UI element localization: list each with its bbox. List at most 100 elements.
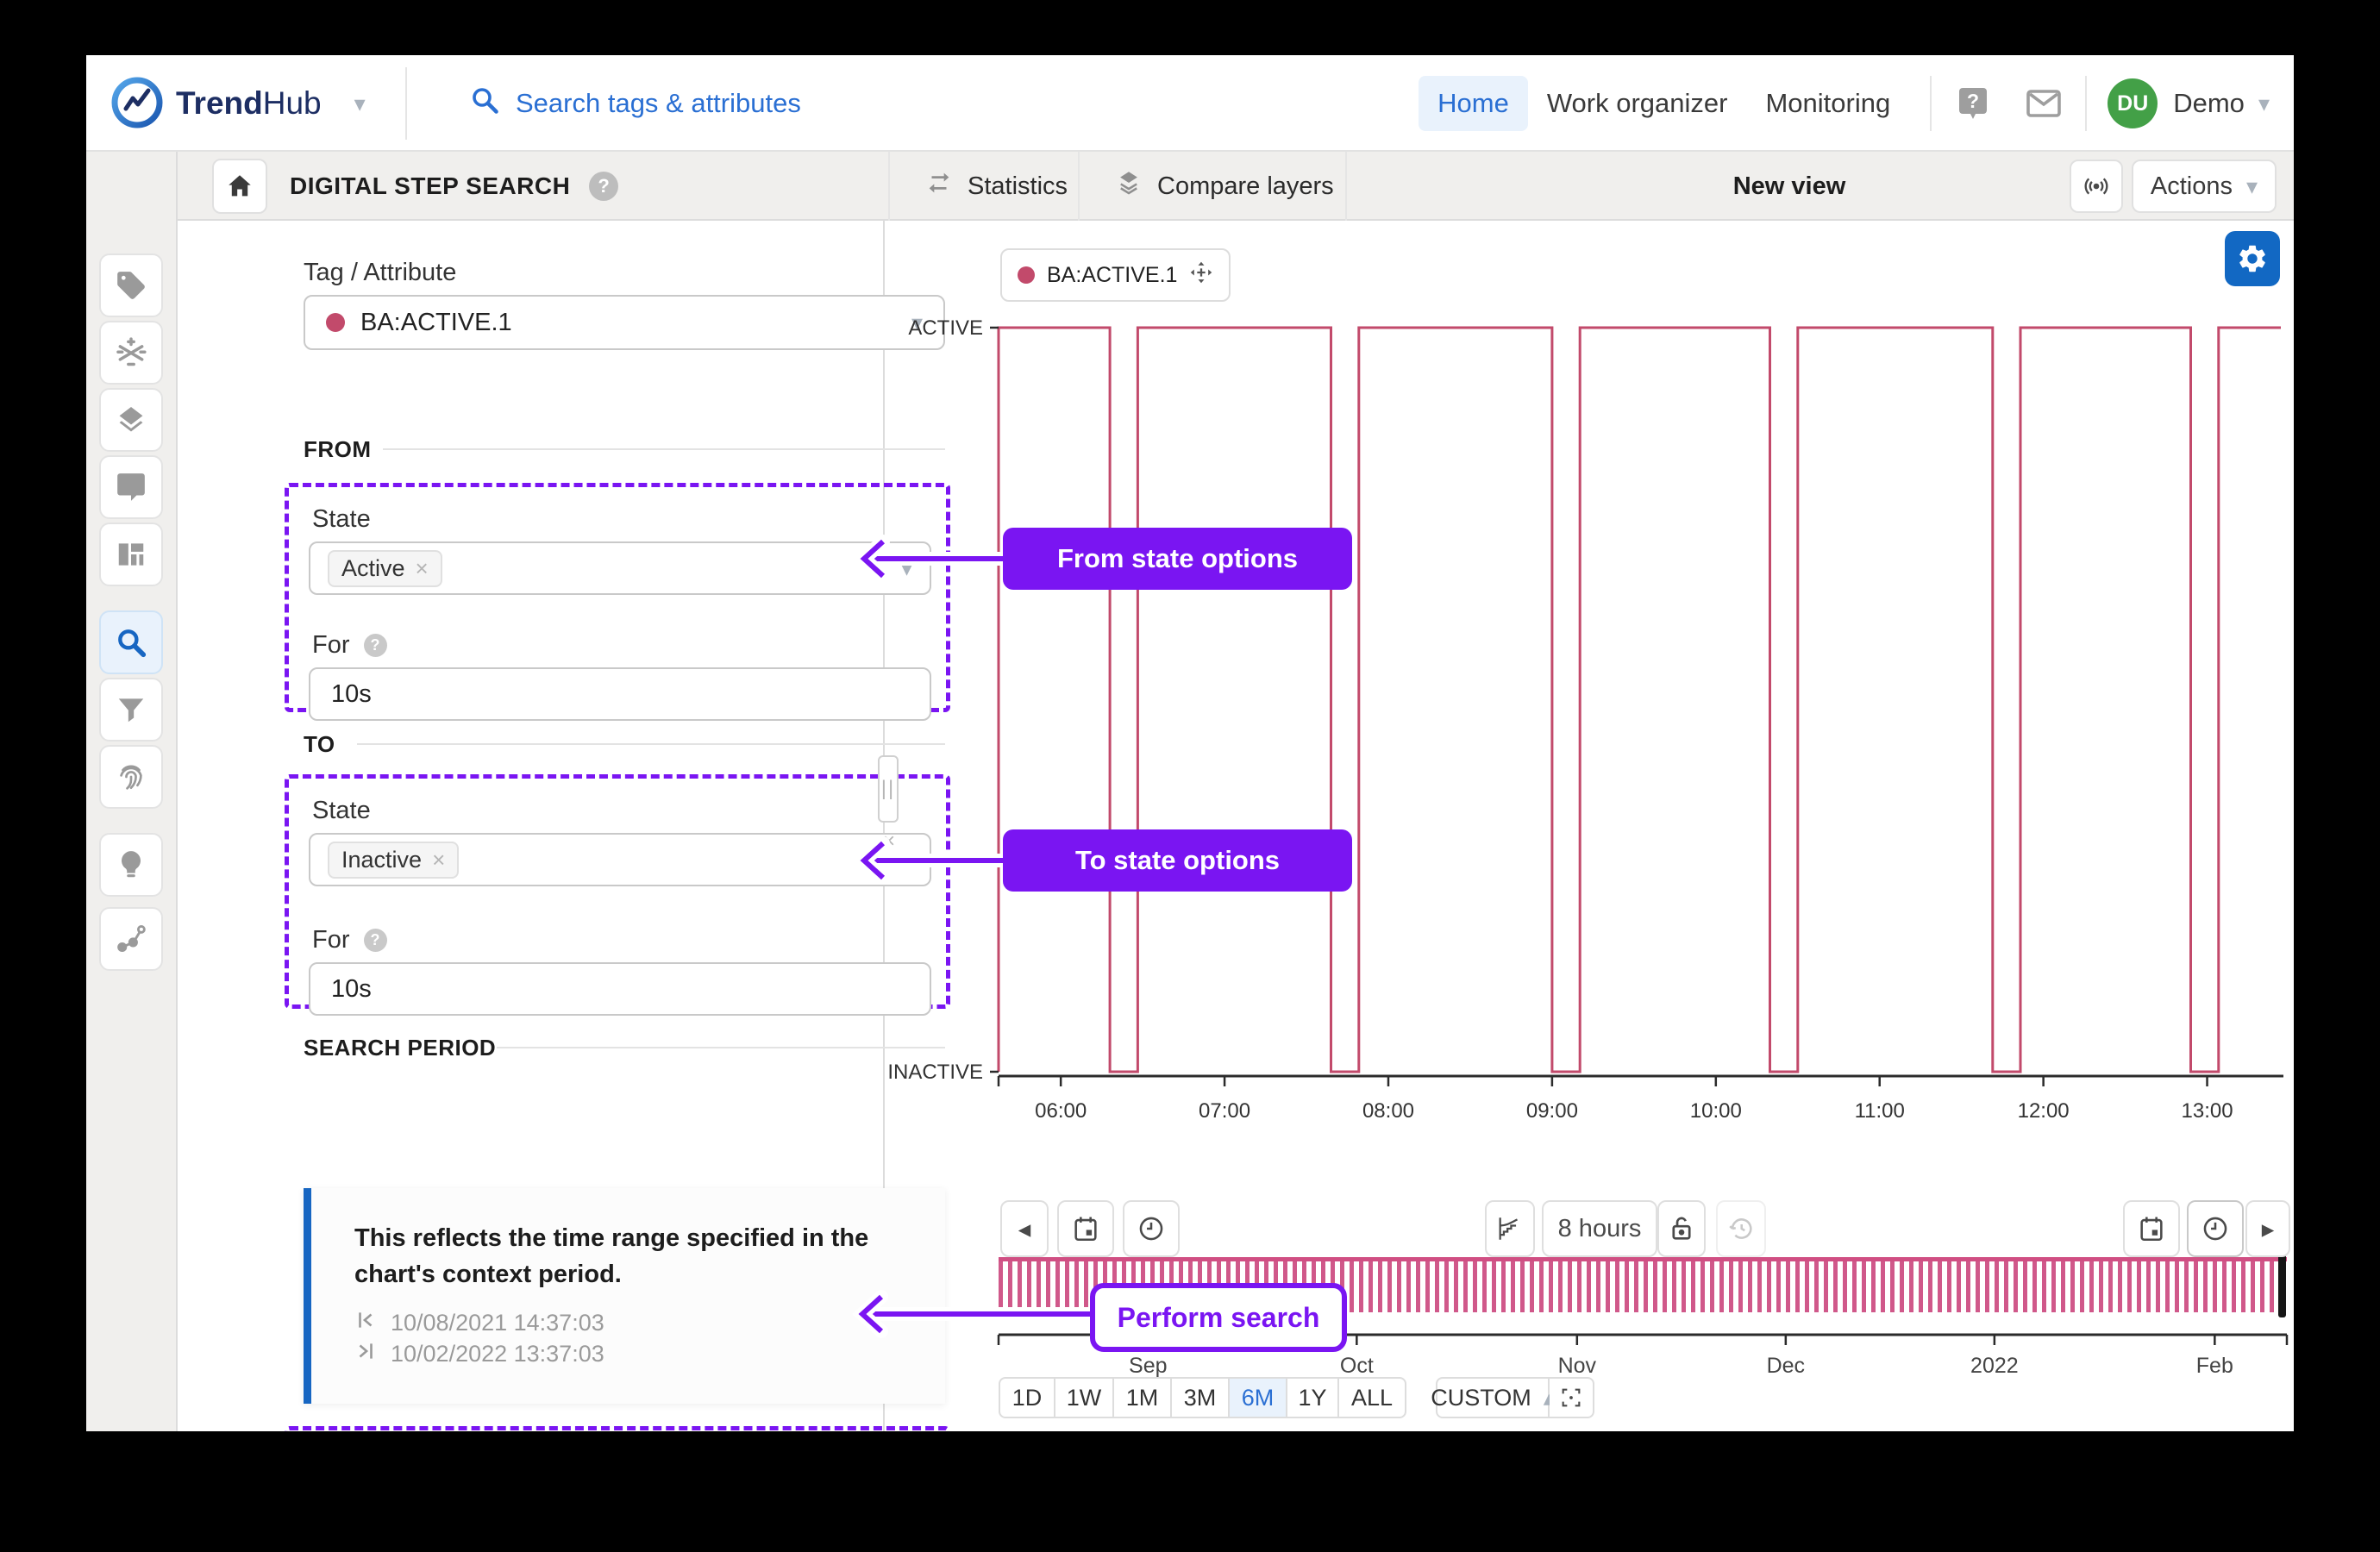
divider <box>405 67 407 140</box>
screenshot-frame: Trend Hub ▾ Search tags & attributes Home… <box>0 0 2380 1552</box>
skip-start-icon <box>354 1309 377 1337</box>
nav-item-home[interactable]: Home <box>1419 76 1528 131</box>
chip-remove-icon[interactable]: × <box>416 555 429 582</box>
user-chevron-down-icon[interactable]: ▾ <box>2258 91 2270 117</box>
calculator-icon <box>116 337 147 366</box>
actions-chevron-down-icon: ▾ <box>2246 172 2258 199</box>
x-tick-label: 13:00 <box>2182 1099 2233 1123</box>
to-state-chip[interactable]: Inactive × <box>328 841 460 879</box>
minimap-right-handle[interactable] <box>2278 1254 2286 1317</box>
zoom-preset-6m[interactable]: 6M <box>1230 1377 1287 1418</box>
for-help-icon[interactable]: ? <box>363 634 387 657</box>
title-help-icon[interactable]: ? <box>589 172 619 201</box>
help-icon[interactable]: ? <box>1952 83 1994 124</box>
move-icon[interactable] <box>1189 260 1213 291</box>
from-state-label: State <box>312 505 371 533</box>
period-start-row: 10/08/2021 14:37:03 <box>354 1309 604 1337</box>
avatar[interactable]: DU <box>2108 78 2158 128</box>
fit-range-icon-button[interactable] <box>1550 1377 1594 1418</box>
skip-end-icon <box>354 1340 377 1368</box>
global-search[interactable]: Search tags & attributes <box>469 55 801 152</box>
from-for-label: For? <box>312 631 387 660</box>
period-note-line2: chart's context period. <box>354 1261 622 1288</box>
sidebar-item-funnel[interactable] <box>99 678 163 742</box>
panel-close-icon[interactable]: × <box>883 829 895 854</box>
sidebar-item-comment[interactable] <box>99 455 163 519</box>
home-button[interactable] <box>212 159 267 214</box>
select-chevron-down-icon: ▾ <box>900 846 912 873</box>
sidebar-item-search[interactable] <box>99 610 163 674</box>
month-tick-label: Nov <box>1558 1354 1597 1378</box>
from-for-input[interactable]: 10s <box>309 667 931 721</box>
month-tick-label: 2022 <box>1970 1354 2019 1378</box>
nav-item-work-organizer[interactable]: Work organizer <box>1528 76 1747 131</box>
chip-remove-icon[interactable]: × <box>432 847 445 873</box>
from-state-select[interactable]: Active × ▾ <box>309 541 931 595</box>
x-tick-label: 10:00 <box>1690 1099 1742 1123</box>
layers-icon <box>1114 168 1143 204</box>
nav-item-monitoring[interactable]: Monitoring <box>1746 76 1909 131</box>
zoom-preset-1d[interactable]: 1D <box>999 1377 1055 1418</box>
actions-button[interactable]: Actions ▾ <box>2132 160 2277 213</box>
clock-start-button[interactable] <box>1123 1200 1180 1257</box>
sidebar-item-bulb[interactable] <box>99 833 163 897</box>
for-help-icon[interactable]: ? <box>363 929 387 952</box>
divider <box>2085 76 2088 131</box>
zoom-preset-3m[interactable]: 3M <box>1172 1377 1230 1418</box>
calendar-start-button[interactable] <box>1057 1200 1114 1257</box>
to-section-label: TO <box>304 731 335 757</box>
calendar-end-button[interactable] <box>2123 1200 2180 1257</box>
sidebar-item-dashboard[interactable] <box>99 523 163 586</box>
pan-right-button[interactable]: ▸ <box>2245 1200 2290 1257</box>
y-state-label: INACTIVE <box>887 1061 983 1084</box>
divider <box>888 152 890 221</box>
sidebar-item-layers[interactable] <box>99 388 163 452</box>
tag-attribute-label: Tag / Attribute <box>304 259 457 286</box>
brand-chevron-down-icon[interactable]: ▾ <box>354 91 366 117</box>
month-tick-label: Sep <box>1129 1354 1167 1378</box>
view-title: New view <box>1732 172 1846 200</box>
view-toolbar: DIGITAL STEP SEARCH ? Statistics Compare… <box>86 152 2294 221</box>
from-state-chip[interactable]: Active × <box>328 549 442 587</box>
zoom-preset-1y[interactable]: 1Y <box>1287 1377 1339 1418</box>
duration-button[interactable]: 8 hours <box>1542 1200 1657 1257</box>
search-placeholder: Search tags & attributes <box>516 88 801 118</box>
to-for-label: For? <box>312 926 387 954</box>
section-divider <box>497 1047 945 1048</box>
zoom-preset-1w[interactable]: 1W <box>1055 1377 1114 1418</box>
compare-layers-button[interactable]: Compare layers <box>1114 152 1334 221</box>
panel-collapse-handle[interactable]: || <box>878 755 899 823</box>
sidebar-item-tag[interactable] <box>99 253 163 317</box>
clock-end-button[interactable] <box>2187 1200 2244 1257</box>
fingerprint-icon <box>120 765 142 790</box>
page-title: DIGITAL STEP SEARCH ? <box>290 152 619 221</box>
section-divider <box>383 448 945 450</box>
search-icon <box>118 629 147 658</box>
step-chart-type-button[interactable] <box>1485 1200 1535 1257</box>
sidebar-item-calculator[interactable] <box>99 321 163 385</box>
pan-left-button[interactable]: ◂ <box>1000 1200 1049 1257</box>
sidebar-item-fingerprint[interactable] <box>99 745 163 809</box>
digital-step-wave <box>997 326 2281 1073</box>
sidebar-item-graph[interactable] <box>99 907 163 971</box>
tag-attribute-select[interactable]: BA:ACTIVE.1 ▾ <box>304 295 945 350</box>
custom-range-button[interactable]: CUSTOM▴ <box>1431 1377 1555 1418</box>
left-rail <box>86 152 178 1431</box>
zoom-preset-all[interactable]: ALL <box>1339 1377 1406 1418</box>
callout-from-state: From state options <box>1003 528 1352 590</box>
zoom-preset-1m[interactable]: 1M <box>1114 1377 1172 1418</box>
callout-perform-search: Perform search <box>1090 1283 1347 1352</box>
live-broadcast-button[interactable] <box>2070 160 2123 213</box>
to-state-select[interactable]: Inactive × ▾ <box>309 833 931 886</box>
statistics-button[interactable]: Statistics <box>924 152 1068 221</box>
mail-icon[interactable] <box>2023 83 2064 124</box>
to-for-input[interactable]: 10s <box>309 962 931 1016</box>
nav-menu: Home Work organizer Monitoring ? DU Demo… <box>1419 55 2294 152</box>
month-tick-label: Oct <box>1340 1354 1374 1378</box>
x-tick-label: 11:00 <box>1855 1099 1905 1123</box>
legend-chip[interactable]: BA:ACTIVE.1 <box>1000 248 1231 302</box>
chart-settings-button[interactable] <box>2225 231 2280 286</box>
select-chevron-down-icon: ▾ <box>911 309 923 335</box>
lock-duration-button[interactable] <box>1657 1200 1706 1257</box>
brand-name: Trend Hub ▾ <box>176 85 366 121</box>
